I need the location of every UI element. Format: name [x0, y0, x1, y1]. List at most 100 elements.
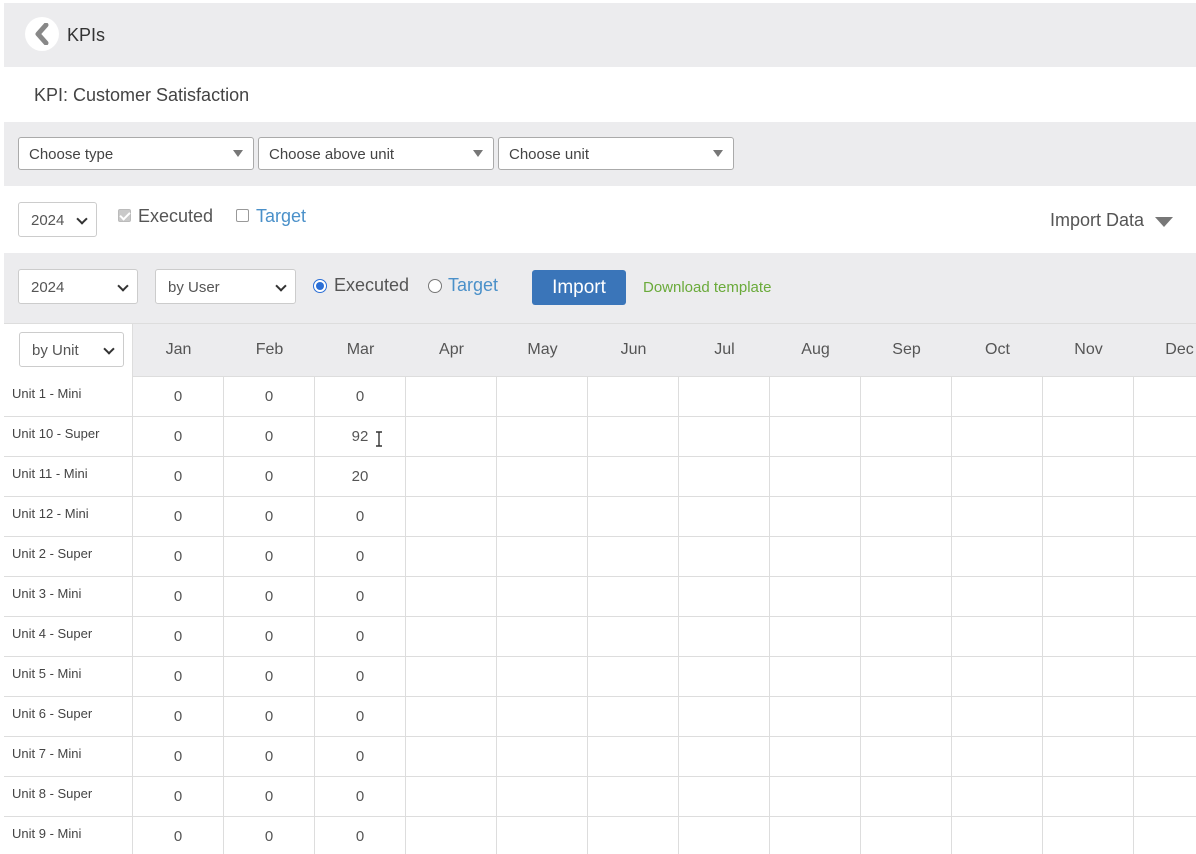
value-cell-aug[interactable] — [770, 417, 861, 457]
value-cell-apr[interactable] — [406, 457, 497, 497]
executed-checkbox-label[interactable]: Executed — [138, 206, 213, 227]
value-cell-dec[interactable] — [1134, 817, 1196, 854]
value-cell-feb[interactable]: 0 — [224, 457, 315, 497]
value-cell-may[interactable] — [497, 537, 588, 577]
value-cell-feb[interactable]: 0 — [224, 377, 315, 417]
value-cell-nov[interactable] — [1043, 577, 1134, 617]
value-cell-sep[interactable] — [861, 817, 952, 854]
value-cell-jan[interactable]: 0 — [133, 777, 224, 817]
value-cell-jun[interactable] — [588, 617, 679, 657]
value-cell-feb[interactable]: 0 — [224, 657, 315, 697]
value-cell-apr[interactable] — [406, 617, 497, 657]
value-cell-aug[interactable] — [770, 577, 861, 617]
value-cell-feb[interactable]: 0 — [224, 777, 315, 817]
value-cell-may[interactable] — [497, 457, 588, 497]
executed-radio[interactable] — [313, 279, 327, 293]
import-data-toggle[interactable]: Import Data — [1050, 210, 1144, 231]
value-cell-sep[interactable] — [861, 577, 952, 617]
value-cell-mar[interactable]: 92 — [315, 417, 406, 457]
group-by-select[interactable]: by Unit — [19, 332, 124, 367]
value-cell-dec[interactable] — [1134, 657, 1196, 697]
value-cell-feb[interactable]: 0 — [224, 737, 315, 777]
value-cell-jun[interactable] — [588, 697, 679, 737]
target-radio[interactable] — [428, 279, 442, 293]
value-cell-apr[interactable] — [406, 697, 497, 737]
value-cell-mar[interactable]: 0 — [315, 537, 406, 577]
value-cell-sep[interactable] — [861, 657, 952, 697]
value-cell-aug[interactable] — [770, 657, 861, 697]
value-cell-dec[interactable] — [1134, 497, 1196, 537]
value-cell-jul[interactable] — [679, 417, 770, 457]
back-button[interactable] — [25, 17, 59, 51]
value-cell-dec[interactable] — [1134, 417, 1196, 457]
value-cell-nov[interactable] — [1043, 697, 1134, 737]
value-cell-aug[interactable] — [770, 377, 861, 417]
value-cell-jun[interactable] — [588, 577, 679, 617]
value-cell-oct[interactable] — [952, 617, 1043, 657]
value-cell-may[interactable] — [497, 617, 588, 657]
value-cell-apr[interactable] — [406, 377, 497, 417]
value-cell-sep[interactable] — [861, 737, 952, 777]
value-cell-jun[interactable] — [588, 457, 679, 497]
value-cell-may[interactable] — [497, 817, 588, 854]
value-cell-nov[interactable] — [1043, 457, 1134, 497]
value-cell-feb[interactable]: 0 — [224, 617, 315, 657]
value-cell-jun[interactable] — [588, 777, 679, 817]
value-cell-jun[interactable] — [588, 377, 679, 417]
value-cell-mar[interactable]: 0 — [315, 577, 406, 617]
above-unit-dropdown[interactable]: Choose above unit — [258, 137, 494, 170]
value-cell-aug[interactable] — [770, 737, 861, 777]
value-cell-dec[interactable] — [1134, 377, 1196, 417]
value-cell-oct[interactable] — [952, 497, 1043, 537]
value-cell-jul[interactable] — [679, 697, 770, 737]
value-cell-jul[interactable] — [679, 617, 770, 657]
value-cell-sep[interactable] — [861, 537, 952, 577]
value-cell-apr[interactable] — [406, 577, 497, 617]
value-cell-jan[interactable]: 0 — [133, 497, 224, 537]
value-cell-oct[interactable] — [952, 457, 1043, 497]
value-cell-may[interactable] — [497, 657, 588, 697]
value-cell-aug[interactable] — [770, 697, 861, 737]
value-cell-jan[interactable]: 0 — [133, 697, 224, 737]
value-cell-feb[interactable]: 0 — [224, 497, 315, 537]
value-cell-sep[interactable] — [861, 417, 952, 457]
value-cell-dec[interactable] — [1134, 697, 1196, 737]
value-cell-jan[interactable]: 0 — [133, 617, 224, 657]
value-cell-dec[interactable] — [1134, 537, 1196, 577]
value-cell-jun[interactable] — [588, 497, 679, 537]
value-cell-dec[interactable] — [1134, 457, 1196, 497]
executed-checkbox[interactable] — [118, 209, 131, 222]
value-cell-feb[interactable]: 0 — [224, 577, 315, 617]
value-cell-jun[interactable] — [588, 737, 679, 777]
value-cell-sep[interactable] — [861, 617, 952, 657]
value-cell-aug[interactable] — [770, 537, 861, 577]
value-cell-jun[interactable] — [588, 537, 679, 577]
value-cell-aug[interactable] — [770, 777, 861, 817]
value-cell-apr[interactable] — [406, 817, 497, 854]
value-cell-mar[interactable]: 0 — [315, 657, 406, 697]
value-cell-mar[interactable]: 0 — [315, 737, 406, 777]
value-cell-aug[interactable] — [770, 497, 861, 537]
value-cell-jun[interactable] — [588, 417, 679, 457]
unit-dropdown[interactable]: Choose unit — [498, 137, 734, 170]
value-cell-oct[interactable] — [952, 817, 1043, 854]
value-cell-apr[interactable] — [406, 737, 497, 777]
value-cell-feb[interactable]: 0 — [224, 817, 315, 854]
value-cell-nov[interactable] — [1043, 537, 1134, 577]
value-cell-feb[interactable]: 0 — [224, 537, 315, 577]
value-cell-feb[interactable]: 0 — [224, 417, 315, 457]
value-cell-sep[interactable] — [861, 377, 952, 417]
value-cell-oct[interactable] — [952, 417, 1043, 457]
value-cell-sep[interactable] — [861, 777, 952, 817]
value-cell-mar[interactable]: 0 — [315, 497, 406, 537]
value-cell-nov[interactable] — [1043, 657, 1134, 697]
value-cell-nov[interactable] — [1043, 497, 1134, 537]
value-cell-mar[interactable]: 0 — [315, 697, 406, 737]
value-cell-jul[interactable] — [679, 537, 770, 577]
value-cell-oct[interactable] — [952, 777, 1043, 817]
value-cell-mar[interactable]: 0 — [315, 817, 406, 854]
value-cell-jan[interactable]: 0 — [133, 817, 224, 854]
value-cell-may[interactable] — [497, 577, 588, 617]
value-cell-dec[interactable] — [1134, 777, 1196, 817]
value-cell-may[interactable] — [497, 777, 588, 817]
